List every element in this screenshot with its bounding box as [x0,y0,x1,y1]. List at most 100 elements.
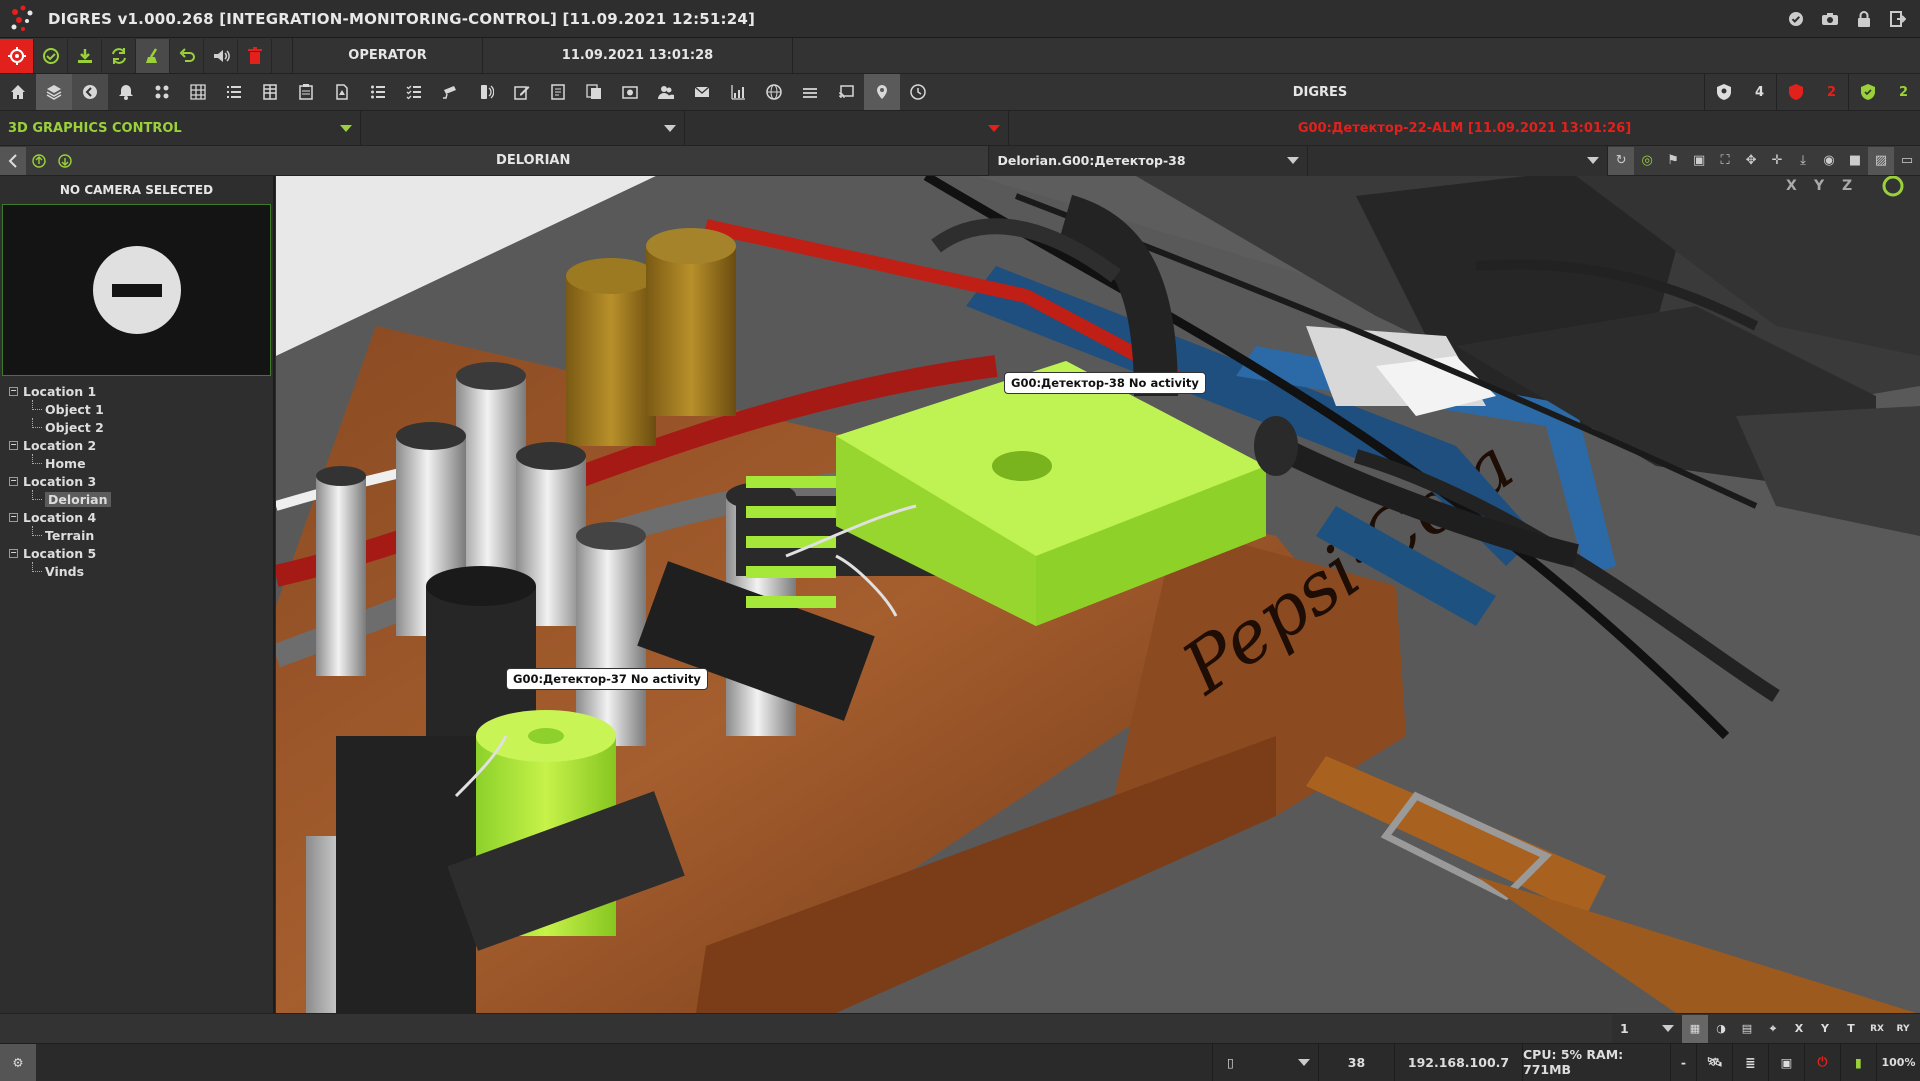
shield-count[interactable]: 4 [1704,74,1776,110]
device-icon[interactable]: ▯ [1212,1043,1248,1081]
filter-dropdown-2[interactable] [685,110,1009,146]
clean-icon[interactable] [136,38,170,73]
object-select-2[interactable] [1308,145,1609,176]
target-icon[interactable]: ◎ [1634,147,1660,175]
undo-icon[interactable] [170,38,204,73]
mode-dropdown[interactable]: 3D GRAPHICS CONTROL [0,110,361,146]
layers-icon[interactable] [36,74,72,110]
scroll-down-icon[interactable] [52,147,78,175]
alarm-count[interactable]: 2 [1776,74,1848,110]
collapse-icon[interactable]: − [9,548,18,558]
video-off-icon[interactable]: ▨ [1868,146,1894,175]
pan-icon[interactable]: ✛ [1764,147,1790,175]
exit-icon[interactable] [1888,9,1908,29]
sync-icon[interactable] [102,38,136,73]
report-icon[interactable] [540,74,576,110]
checker-icon[interactable]: ▦ [1682,1014,1708,1043]
video-archive-icon[interactable] [612,74,648,110]
cast-screen-icon[interactable]: ▭ [1894,147,1920,175]
barrier-icon[interactable] [792,74,828,110]
network-icon[interactable] [144,74,180,110]
object-select[interactable]: Delorian.G00:Детектор-38 [988,145,1309,176]
window-icon[interactable]: ▤ [1734,1015,1760,1043]
satellite-icon[interactable]: 🛰 [1696,1043,1732,1081]
contrast-icon[interactable]: ◑ [1708,1015,1734,1043]
documents-icon[interactable] [576,74,612,110]
picture-icon[interactable]: ▣ [1686,147,1712,175]
collapse-icon[interactable]: − [9,476,18,486]
fullscreen-icon[interactable]: ⛶ [1712,147,1738,175]
back-icon[interactable] [72,74,108,110]
tree-item-object-1[interactable]: Object 1 [0,400,273,418]
filter-dropdown-1[interactable] [361,110,685,146]
server-icon[interactable]: ▣ [1768,1043,1804,1081]
bullet-list-icon[interactable] [360,74,396,110]
3d-viewport[interactable]: Pepsi·Cola X Y Z G00:Детектор-38 No acti… [276,176,1920,1013]
collapse-icon[interactable]: − [9,386,18,396]
checklist-icon[interactable] [396,74,432,110]
globe-icon[interactable] [756,74,792,110]
tree-location-1[interactable]: − Location 1 [0,382,273,400]
collapse-left-icon[interactable] [0,146,26,175]
chart-icon[interactable] [720,74,756,110]
collapse-icon[interactable]: − [9,512,18,522]
sound-icon[interactable] [204,38,238,73]
tree-item-terrain[interactable]: Terrain [0,526,273,544]
delete-icon[interactable] [238,38,272,73]
detector-38-label[interactable]: G00:Детектор-38 No activity [1004,372,1206,394]
check-circle-icon[interactable] [1786,9,1806,29]
alarm-target-button[interactable] [0,38,34,73]
home-icon[interactable] [0,74,36,110]
view-top-button[interactable]: T [1838,1015,1864,1043]
acknowledge-button[interactable] [34,38,68,73]
tree-item-vinds[interactable]: Vinds [0,562,273,580]
status-dropdown[interactable] [1248,1044,1318,1081]
list-icon[interactable] [216,74,252,110]
users-icon[interactable] [648,74,684,110]
map-pin-icon[interactable] [864,74,900,110]
save-view-icon[interactable]: ⤓ [1790,147,1816,175]
refresh-icon[interactable]: ↻ [1608,146,1635,175]
collapse-icon[interactable]: − [9,440,18,450]
scroll-up-icon[interactable] [26,147,52,175]
grid-icon[interactable] [180,74,216,110]
video-icon[interactable]: ■ [1842,147,1868,175]
access-icon[interactable] [468,74,504,110]
database-icon[interactable]: ≣ [1732,1043,1768,1081]
mail-icon[interactable] [684,74,720,110]
camera-icon[interactable] [1820,9,1840,29]
tree-location-2[interactable]: − Location 2 [0,436,273,454]
lock-icon[interactable] [1854,9,1874,29]
view-y-button[interactable]: Y [1812,1015,1838,1043]
clipboard-icon[interactable] [288,74,324,110]
tree-item-object-2[interactable]: Object 2 [0,418,273,436]
tree-item-delorian[interactable]: Delorian [0,490,273,508]
tree-item-home[interactable]: Home [0,454,273,472]
rotate-x-button[interactable]: RX [1864,1015,1890,1043]
edit-icon[interactable] [504,74,540,110]
3d-scene[interactable]: Pepsi·Cola X Y Z [276,176,1920,1013]
eye-icon[interactable]: ◉ [1816,147,1842,175]
clock-icon[interactable] [900,74,936,110]
tree-location-4[interactable]: − Location 4 [0,508,273,526]
cctv-icon[interactable] [432,74,468,110]
tree-location-3[interactable]: − Location 3 [0,472,273,490]
layer-select[interactable]: 1 [1612,1014,1682,1043]
pin-icon[interactable]: ⌖ [1760,1015,1786,1043]
move-icon[interactable]: ✥ [1738,147,1764,175]
table-icon[interactable] [252,74,288,110]
settings-icon[interactable]: ⚙ [0,1043,36,1081]
download-icon[interactable] [68,38,102,73]
bell-icon[interactable] [108,74,144,110]
cast-icon[interactable] [828,74,864,110]
pdf-icon[interactable] [324,74,360,110]
detector-37-label[interactable]: G00:Детектор-37 No activity [506,668,708,690]
rotate-y-button[interactable]: RY [1890,1015,1916,1043]
tree-location-5[interactable]: − Location 5 [0,544,273,562]
ok-count[interactable]: 2 [1848,74,1920,110]
alarm-banner[interactable]: G00:Детектор-22-ALM [11.09.2021 13:01:26… [1009,111,1920,146]
camera-preview[interactable] [2,204,271,376]
flag-icon[interactable]: ⚑ [1660,147,1686,175]
view-x-button[interactable]: X [1786,1015,1812,1043]
power-icon[interactable]: ⏻ [1804,1043,1840,1081]
